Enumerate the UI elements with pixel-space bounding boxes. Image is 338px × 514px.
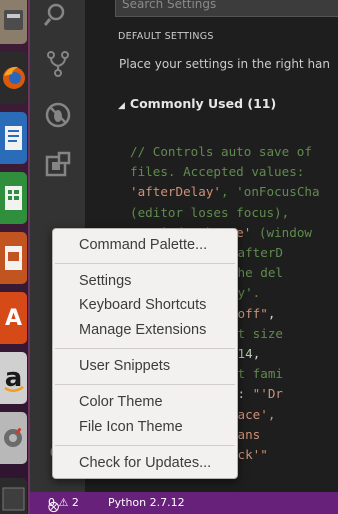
search-settings-placeholder: Search Settings [122,0,217,11]
amazon-launcher[interactable]: a [0,352,27,404]
menu-item-user-snippets[interactable]: User Snippets [53,355,237,377]
firefox-launcher[interactable] [0,52,27,104]
code-line: (editor loses focus), [130,203,289,223]
menu-item-color-theme[interactable]: Color Theme [53,391,237,413]
terminal-launcher[interactable] [0,478,27,514]
menu-separator [55,445,235,446]
menu-item-file-icon-theme[interactable]: File Icon Theme [53,416,237,438]
source-control-view-button[interactable] [44,50,72,78]
code-token: (editor loses focus), [130,204,290,220]
menu-separator [55,384,235,385]
commonly-used-group[interactable]: ◢ Commonly Used (11) [118,96,276,111]
writer-launcher[interactable] [0,112,27,164]
menu-item-manage-extensions[interactable]: Manage Extensions [53,319,237,341]
settings-launcher[interactable] [0,412,27,464]
default-settings-title: DEFAULT SETTINGS [118,31,214,42]
code-token: "'Dr [252,386,284,402]
code-token: , [267,305,276,321]
debug-icon [45,102,71,128]
files-icon [4,10,23,30]
extensions-icon [45,151,71,177]
collapse-triangle-icon: ◢ [118,101,125,111]
code-token: 14 [237,346,253,361]
status-bar: ⨂ 0 ⚠ 2 Python 2.7.12 [30,492,338,514]
code-line: // Controls auto save of [130,142,312,162]
code-token: 'afterDelay' [130,184,221,200]
search-view-button[interactable] [43,0,72,28]
libreoffice-impress-icon [5,246,22,270]
code-line: 'afterDelay', 'onFocusCha [130,182,320,202]
error-icon: ⨂ [48,500,59,513]
source-control-icon [47,51,69,77]
menu-item-check-for-updates[interactable]: Check for Updates... [53,452,237,474]
menu-item-command-palette[interactable]: Command Palette... [53,234,237,256]
ubuntu-software-icon: A [0,292,27,344]
code-line: files. Accepted values: [130,162,304,182]
calc-launcher[interactable] [0,172,27,224]
warning-icon: ⚠ [58,496,69,509]
extensions-view-button[interactable] [44,151,72,179]
search-settings-input[interactable]: Search Settings [115,0,338,17]
code-token: : [237,386,253,402]
python-interpreter[interactable]: Python 2.7.12 [108,496,185,509]
system-settings-icon [4,427,22,447]
impress-launcher[interactable] [0,232,27,284]
menu-separator [55,348,235,349]
code-token: , [252,346,261,361]
settings-hint: Place your settings in the right han [119,57,331,71]
libreoffice-writer-icon [5,126,22,150]
software-glyph: A [4,305,23,331]
code-token: files. Accepted values: [130,164,305,180]
ubuntu-launcher: A a [0,0,30,514]
libreoffice-calc-icon [5,186,22,210]
code-token: (window [251,224,312,240]
firefox-icon [3,66,25,89]
menu-item-keyboard-shortcuts[interactable]: Keyboard Shortcuts [53,294,237,316]
software-launcher[interactable]: A [0,292,27,344]
files-launcher[interactable] [0,0,27,44]
code-token: , 'onFocusCha [221,184,320,200]
amazon-smile-icon [4,385,24,392]
menu-separator [55,263,235,264]
debug-view-button[interactable] [44,101,72,129]
code-token: // Controls auto save of [130,144,312,159]
menu-item-settings[interactable]: Settings [53,270,237,292]
problems-indicator[interactable]: ⨂ 0 ⚠ 2 [48,496,79,513]
warning-count: 2 [71,496,79,509]
manage-context-menu: Command Palette... Settings Keyboard Sho… [52,228,238,479]
terminal-icon [2,487,25,511]
search-icon [43,3,65,26]
commonly-used-label: Commonly Used (11) [129,96,277,111]
